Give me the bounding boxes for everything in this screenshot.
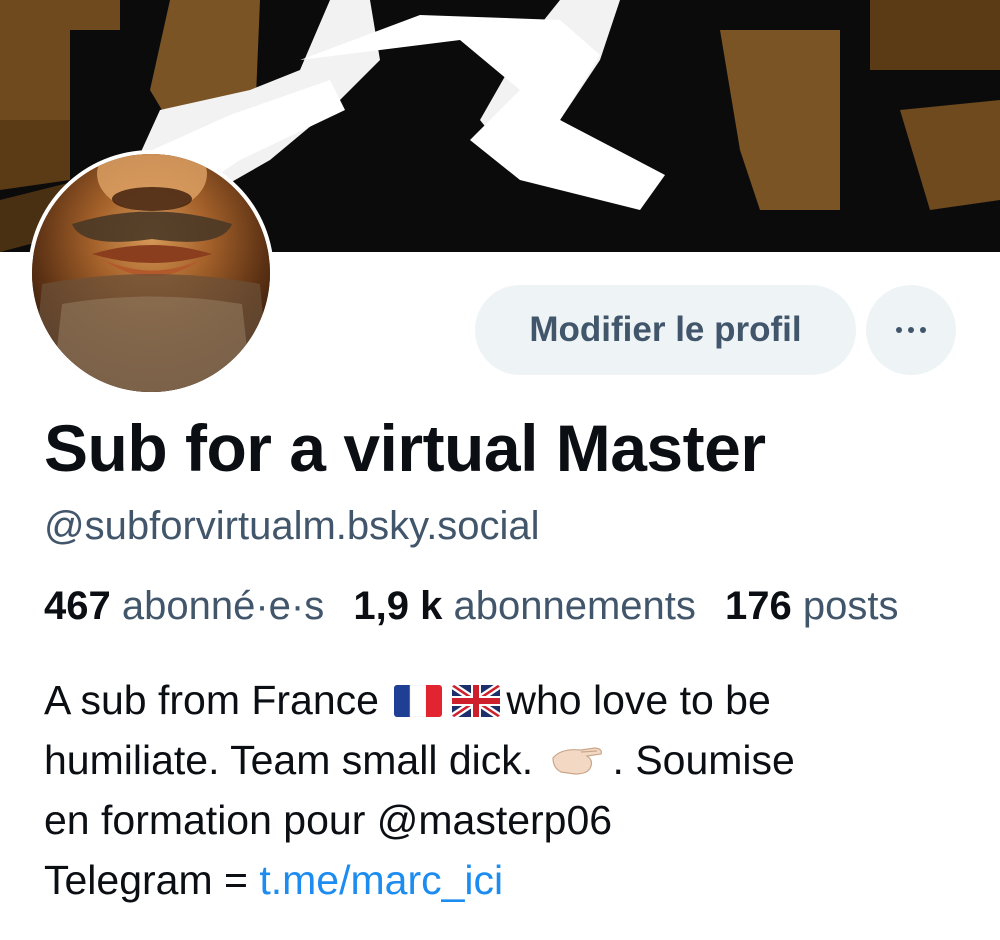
avatar[interactable] <box>28 150 274 396</box>
posts-label: posts <box>802 584 899 628</box>
profile-bio: A sub from France who love to be humilia… <box>44 670 984 910</box>
followers-label: abonné·e·s <box>121 584 325 628</box>
followers-count: 467 <box>44 584 111 628</box>
display-name: Sub for a virtual Master <box>44 411 766 485</box>
bio-text: A sub from France <box>44 677 379 723</box>
bio-text: Telegram = <box>44 857 260 903</box>
bio-line-1: A sub from France who love to be <box>44 670 984 730</box>
bio-line-3: en formation pour @masterp06 <box>44 797 613 843</box>
following-stat[interactable]: 1,9 k abonnements <box>353 584 696 628</box>
following-count: 1,9 k <box>353 584 443 628</box>
bio-text: . Soumise <box>612 737 795 783</box>
profile-handle: @subforvirtualm.bsky.social <box>44 504 540 548</box>
posts-count: 176 <box>725 584 792 628</box>
following-label: abonnements <box>453 584 696 628</box>
pinching-hand-icon <box>551 736 607 776</box>
flag-uk-icon <box>452 685 501 717</box>
bio-line-2: humiliate. Team small dick. . Soumise <box>44 730 984 790</box>
flag-france-icon <box>394 685 443 717</box>
edit-profile-button[interactable]: Modifier le profil <box>475 285 856 375</box>
more-options-button[interactable] <box>866 285 956 375</box>
bio-text: who love to be <box>506 677 771 723</box>
profile-stats: 467 abonné·e·s 1,9 k abonnements 176 pos… <box>44 584 916 629</box>
avatar-image <box>32 154 270 392</box>
posts-stat: 176 posts <box>725 584 898 628</box>
bio-line-4: Telegram = t.me/marc_ici <box>44 850 984 910</box>
bio-text: humiliate. Team small dick. <box>44 737 534 783</box>
ellipsis-icon <box>896 327 926 333</box>
followers-stat[interactable]: 467 abonné·e·s <box>44 584 324 628</box>
telegram-link[interactable]: t.me/marc_ici <box>259 857 503 903</box>
